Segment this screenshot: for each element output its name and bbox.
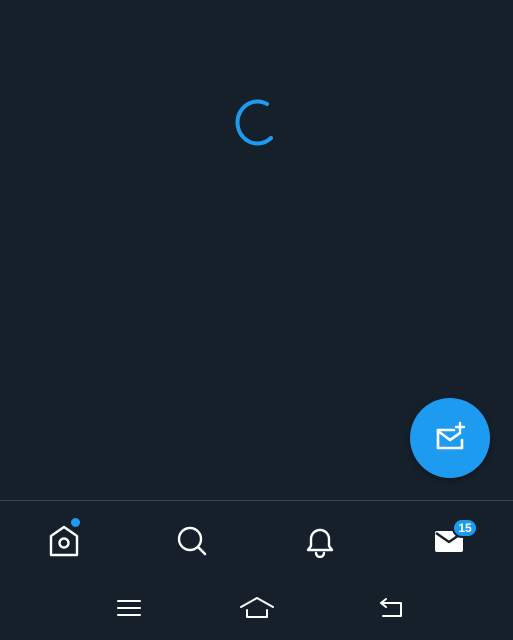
tab-notifications[interactable] — [256, 501, 384, 580]
tab-messages[interactable]: 15 — [385, 501, 513, 580]
tab-search[interactable] — [128, 501, 256, 580]
home-notification-dot — [71, 518, 80, 527]
system-navigation-bar — [0, 580, 513, 640]
system-home-button[interactable] — [227, 590, 287, 630]
home-icon — [47, 524, 81, 558]
new-message-button[interactable] — [410, 398, 490, 478]
app-screen: 15 — [0, 0, 513, 640]
back-button[interactable] — [361, 590, 421, 630]
bell-icon — [303, 524, 337, 558]
new-message-icon — [432, 420, 468, 456]
timeline-content — [0, 0, 513, 500]
back-icon — [376, 596, 406, 625]
recents-button[interactable] — [99, 590, 159, 630]
loading-spinner-icon — [227, 92, 279, 148]
messages-unread-badge: 15 — [452, 518, 478, 538]
search-icon — [175, 524, 209, 558]
recents-icon — [115, 597, 143, 624]
home-icon — [239, 596, 275, 625]
bottom-tab-bar: 15 — [0, 500, 513, 580]
tab-home[interactable] — [0, 501, 128, 580]
